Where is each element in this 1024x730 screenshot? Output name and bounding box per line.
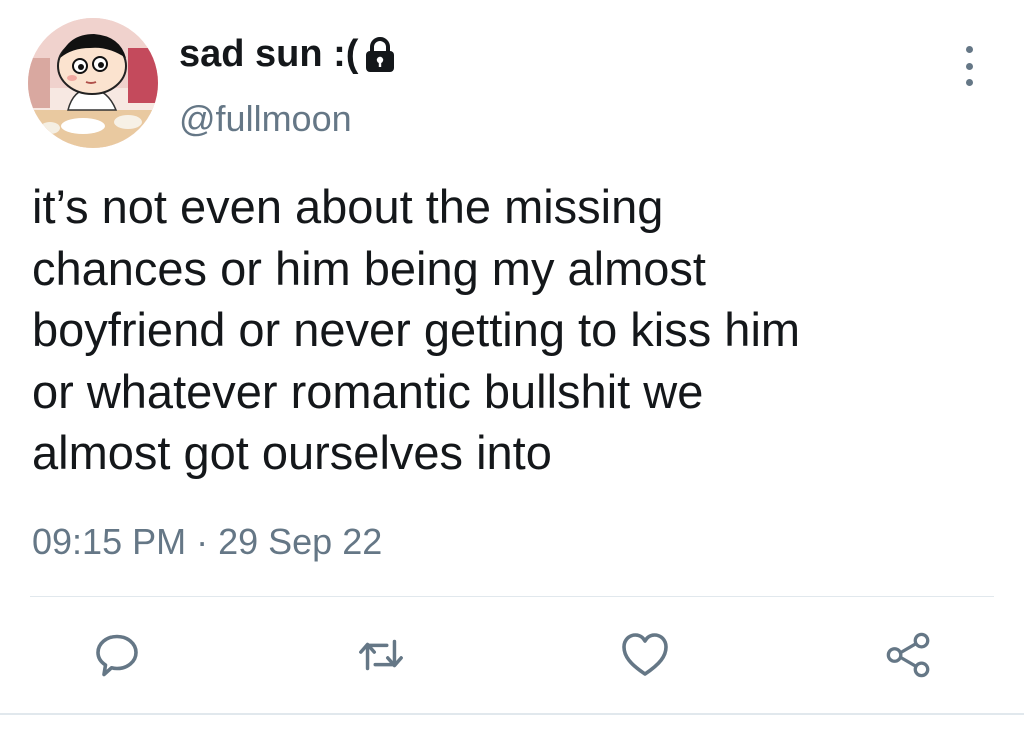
more-dot bbox=[965, 62, 973, 70]
tweet-card: sad sun :( @fullmoon it’s not even about… bbox=[0, 0, 1024, 730]
display-name-text: sad sun :( bbox=[179, 33, 359, 75]
bottom-divider bbox=[0, 713, 1024, 715]
divider bbox=[30, 596, 994, 597]
tweet-date: 29 Sep 22 bbox=[218, 521, 383, 562]
tweet-meta: 09:15 PM · 29 Sep 22 bbox=[32, 521, 382, 563]
more-dot bbox=[965, 79, 973, 86]
lock-icon bbox=[364, 36, 396, 73]
tweet-text: it’s not even about the missing chances … bbox=[32, 180, 801, 479]
tweet-time: 09:15 PM bbox=[32, 521, 187, 562]
user-handle[interactable]: @fullmoon bbox=[179, 98, 352, 140]
more-options-icon[interactable] bbox=[952, 42, 986, 90]
display-name[interactable]: sad sun :( bbox=[179, 33, 396, 76]
share-icon[interactable] bbox=[884, 630, 934, 680]
like-icon[interactable] bbox=[620, 630, 670, 680]
avatar[interactable] bbox=[28, 18, 158, 148]
reply-icon[interactable] bbox=[92, 630, 142, 680]
more-dot bbox=[965, 46, 973, 53]
meta-separator: · bbox=[196, 521, 209, 562]
retweet-icon[interactable] bbox=[356, 630, 406, 680]
